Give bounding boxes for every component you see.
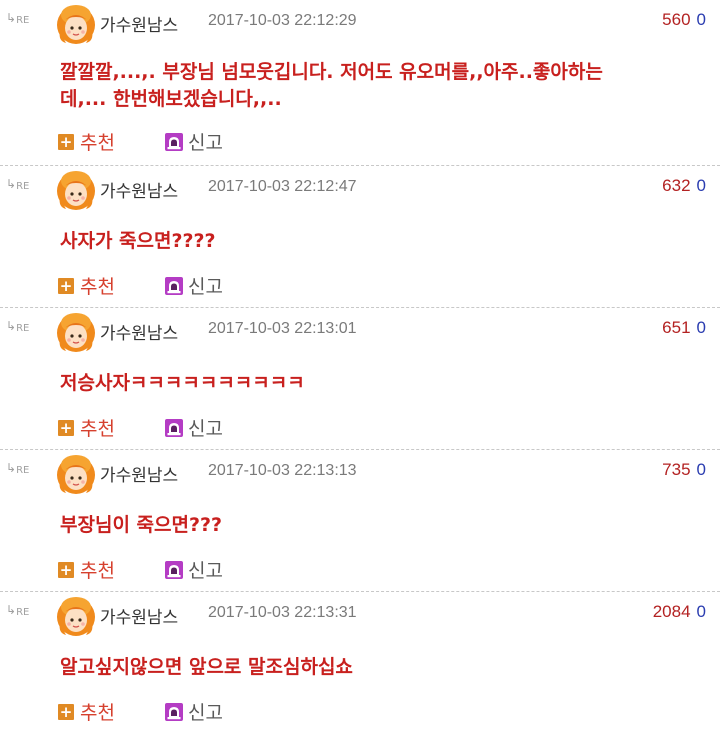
plus-box-icon: + — [58, 702, 74, 721]
report-button[interactable]: 신고 — [165, 414, 223, 441]
plus-box-icon: + — [58, 276, 74, 295]
report-label: 신고 — [187, 560, 223, 582]
reply-arrow-icon: ↳RE — [6, 177, 30, 192]
recommend-label: 추천 — [80, 702, 115, 724]
author-name[interactable]: 가수원남스 — [100, 177, 178, 202]
comment-line: 사자가 죽으면???? — [60, 230, 216, 252]
comment-line: 부장님이 죽으면??? — [60, 514, 223, 536]
comment-actions: + 추천 신고 — [58, 698, 223, 725]
recommend-label: 추천 — [80, 276, 115, 298]
reply-arrow-icon: ↳RE — [6, 11, 30, 26]
plus-box-icon: + — [58, 132, 74, 151]
plus-box-icon: + — [58, 418, 74, 437]
siren-icon — [165, 419, 183, 437]
score-counter: 2084 0 — [653, 602, 706, 622]
recommend-button[interactable]: + 추천 — [58, 556, 115, 583]
comment-item: ↳RE 가수원남스 2017-10-03 22:13:13 735 0 부장님이 … — [0, 450, 720, 592]
reply-arrow-icon: ↳RE — [6, 603, 30, 618]
comment-actions: + 추천 신고 — [58, 414, 223, 441]
report-button[interactable]: 신고 — [165, 556, 223, 583]
report-label: 신고 — [187, 702, 223, 724]
recommend-label: 추천 — [80, 560, 115, 582]
comment-date: 2017-10-03 22:13:13 — [208, 462, 357, 479]
reply-arrow-icon: ↳RE — [6, 319, 30, 334]
comment-actions: + 추천 신고 — [58, 272, 223, 299]
comment-line: 깔깔깔,...,. 부장님 넘모웃깁니다. 저어도 유오머를,,아주..좋아하는 — [60, 61, 603, 83]
comment-item: ↳RE 가수원남스 2017-10-03 22:12:47 632 0 사자가 죽… — [0, 166, 720, 308]
comment-date: 2017-10-03 22:13:31 — [208, 604, 357, 621]
comment-line: 알고싶지않으면 앞으로 말조심하십쇼 — [60, 656, 353, 678]
comment-date: 2017-10-03 22:12:29 — [208, 12, 357, 29]
score-value: 735 — [662, 460, 691, 479]
avatar[interactable] — [56, 453, 96, 495]
comment-body: 깔깔깔,...,. 부장님 넘모웃깁니다. 저어도 유오머를,,아주..좋아하는… — [60, 59, 680, 113]
score-counter: 632 0 — [662, 176, 706, 196]
report-button[interactable]: 신고 — [165, 698, 223, 725]
score-value: 560 — [662, 10, 691, 29]
comment-date: 2017-10-03 22:12:47 — [208, 178, 357, 195]
comment-body: 부장님이 죽으면??? — [60, 512, 680, 539]
report-button[interactable]: 신고 — [165, 128, 223, 155]
comment-body: 알고싶지않으면 앞으로 말조심하십쇼 — [60, 654, 680, 681]
reply-arrow-icon: ↳RE — [6, 461, 30, 476]
comment-line: 저승사자ㅋㅋㅋㅋㅋㅋㅋㅋㅋㅋ — [60, 372, 305, 394]
score-counter: 651 0 — [662, 318, 706, 338]
siren-icon — [165, 133, 183, 151]
oppose-value: 0 — [696, 460, 706, 479]
report-label: 신고 — [187, 418, 223, 440]
comment-actions: + 추천 신고 — [58, 128, 223, 155]
comment-item: ↳RE 가수원남스 2017-10-03 22:12:29 560 0 깔깔깔,.… — [0, 0, 720, 166]
recommend-button[interactable]: + 추천 — [58, 272, 115, 299]
recommend-button[interactable]: + 추천 — [58, 698, 115, 725]
author-name[interactable]: 가수원남스 — [100, 461, 178, 486]
comment-list: ↳RE 가수원남스 2017-10-03 22:12:29 560 0 깔깔깔,.… — [0, 0, 720, 730]
siren-icon — [165, 703, 183, 721]
avatar[interactable] — [56, 311, 96, 353]
avatar[interactable] — [56, 3, 96, 45]
plus-box-icon: + — [58, 560, 74, 579]
report-label: 신고 — [187, 276, 223, 298]
comment-body: 사자가 죽으면???? — [60, 228, 680, 255]
score-value: 2084 — [652, 602, 691, 621]
recommend-button[interactable]: + 추천 — [58, 128, 115, 155]
score-counter: 560 0 — [662, 10, 706, 30]
comment-item: ↳RE 가수원남스 2017-10-03 22:13:01 651 0 저승사자ㅋ… — [0, 308, 720, 450]
siren-icon — [165, 561, 183, 579]
author-name[interactable]: 가수원남스 — [100, 11, 178, 36]
comment-date: 2017-10-03 22:13:01 — [208, 320, 357, 337]
avatar[interactable] — [56, 169, 96, 211]
comment-actions: + 추천 신고 — [58, 556, 223, 583]
report-label: 신고 — [187, 132, 223, 154]
oppose-value: 0 — [696, 176, 706, 195]
comment-item: ↳RE 가수원남스 2017-10-03 22:13:31 2084 0 알고싶지… — [0, 592, 720, 730]
oppose-value: 0 — [696, 10, 706, 29]
avatar[interactable] — [56, 595, 96, 637]
comment-line: 데,... 한번해보겠습니다,,.. — [60, 88, 282, 110]
author-name[interactable]: 가수원남스 — [100, 603, 178, 628]
score-counter: 735 0 — [662, 460, 706, 480]
report-button[interactable]: 신고 — [165, 272, 223, 299]
recommend-label: 추천 — [80, 418, 115, 440]
score-value: 632 — [662, 176, 691, 195]
score-value: 651 — [662, 318, 691, 337]
recommend-button[interactable]: + 추천 — [58, 414, 115, 441]
oppose-value: 0 — [696, 602, 706, 621]
siren-icon — [165, 277, 183, 295]
oppose-value: 0 — [696, 318, 706, 337]
recommend-label: 추천 — [80, 132, 115, 154]
comment-body: 저승사자ㅋㅋㅋㅋㅋㅋㅋㅋㅋㅋ — [60, 370, 680, 397]
author-name[interactable]: 가수원남스 — [100, 319, 178, 344]
